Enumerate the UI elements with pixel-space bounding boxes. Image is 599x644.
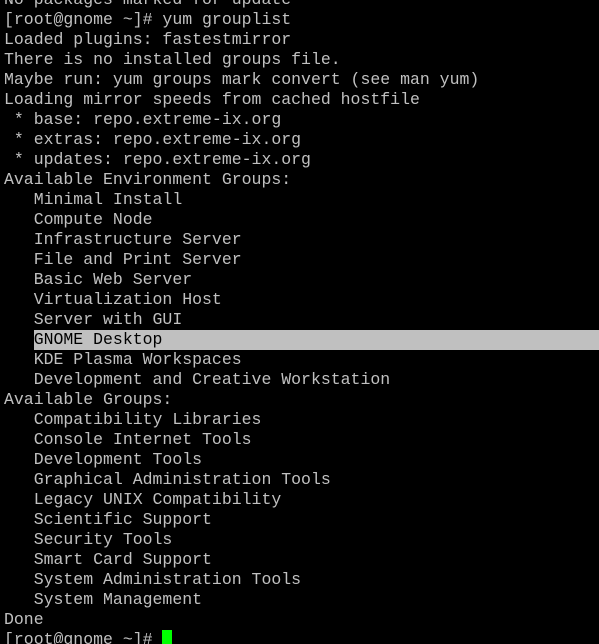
- output-line-text: Legacy UNIX Compatibility: [4, 490, 282, 509]
- output-line: Loading mirror speeds from cached hostfi…: [4, 90, 599, 110]
- output-line-text: Done: [4, 610, 44, 629]
- output-line-text: Virtualization Host: [4, 290, 222, 309]
- output-line: Maybe run: yum groups mark convert (see …: [4, 70, 599, 90]
- output-line: System Administration Tools: [4, 570, 599, 590]
- shell-prompt: [root@gnome ~]#: [4, 630, 163, 644]
- output-line: Loaded plugins: fastestmirror: [4, 30, 599, 50]
- output-line: File and Print Server: [4, 250, 599, 270]
- output-line: Basic Web Server: [4, 270, 599, 290]
- output-line-text: Infrastructure Server: [4, 230, 242, 249]
- output-line-selected: GNOME Desktop: [4, 330, 599, 350]
- output-line-text: Compute Node: [4, 210, 153, 229]
- output-line-text: * base: repo.extreme-ix.org: [4, 110, 282, 129]
- output-line-text: [root@gnome ~]# yum grouplist: [4, 10, 292, 29]
- output-line: KDE Plasma Workspaces: [4, 350, 599, 370]
- output-line-text: Available Groups:: [4, 390, 173, 409]
- output-line: Graphical Administration Tools: [4, 470, 599, 490]
- output-line: Legacy UNIX Compatibility: [4, 490, 599, 510]
- output-line-text: Scientific Support: [4, 510, 212, 529]
- prompt-line[interactable]: [root@gnome ~]#: [4, 630, 599, 644]
- output-line-text: System Management: [4, 590, 203, 609]
- output-line-text: Minimal Install: [4, 190, 183, 209]
- output-line-text: Maybe run: yum groups mark convert (see …: [4, 70, 480, 89]
- output-line-text: System Administration Tools: [4, 570, 302, 589]
- output-line: Development and Creative Workstation: [4, 370, 599, 390]
- output-line: Console Internet Tools: [4, 430, 599, 450]
- output-line-text: Security Tools: [4, 530, 173, 549]
- output-line-text: * extras: repo.extreme-ix.org: [4, 130, 302, 149]
- output-line: There is no installed groups file.: [4, 50, 599, 70]
- output-line: Smart Card Support: [4, 550, 599, 570]
- output-line: Available Environment Groups:: [4, 170, 599, 190]
- output-line: Virtualization Host: [4, 290, 599, 310]
- output-line-text: There is no installed groups file.: [4, 50, 341, 69]
- output-line: * base: repo.extreme-ix.org: [4, 110, 599, 130]
- output-line: * updates: repo.extreme-ix.org: [4, 150, 599, 170]
- output-line: Compute Node: [4, 210, 599, 230]
- terminal-cursor: [162, 630, 173, 644]
- output-line: Server with GUI: [4, 310, 599, 330]
- output-line-text: Server with GUI: [4, 310, 183, 329]
- output-line-text: * updates: repo.extreme-ix.org: [4, 150, 311, 169]
- terminal-window[interactable]: No packages marked for update[root@gnome…: [0, 0, 599, 644]
- output-line: System Management: [4, 590, 599, 610]
- output-line-text: Compatibility Libraries: [4, 410, 262, 429]
- output-line: No packages marked for update: [4, 0, 599, 10]
- output-line-text: GNOME Desktop: [4, 330, 163, 349]
- output-line-text: KDE Plasma Workspaces: [4, 350, 242, 369]
- output-line-text: Graphical Administration Tools: [4, 470, 331, 489]
- output-line-text: Development Tools: [4, 450, 203, 469]
- output-line: * extras: repo.extreme-ix.org: [4, 130, 599, 150]
- terminal-output: No packages marked for update[root@gnome…: [4, 0, 599, 630]
- output-line: [root@gnome ~]# yum grouplist: [4, 10, 599, 30]
- output-line: Scientific Support: [4, 510, 599, 530]
- output-line: Available Groups:: [4, 390, 599, 410]
- output-line: Compatibility Libraries: [4, 410, 599, 430]
- output-line-text: No packages marked for update: [4, 0, 291, 9]
- output-line-text: Basic Web Server: [4, 270, 193, 289]
- output-line-text: Available Environment Groups:: [4, 170, 292, 189]
- output-line-text: Loading mirror speeds from cached hostfi…: [4, 90, 420, 109]
- output-line: Security Tools: [4, 530, 599, 550]
- output-line-text: Smart Card Support: [4, 550, 212, 569]
- output-line: Development Tools: [4, 450, 599, 470]
- output-line-text: Development and Creative Workstation: [4, 370, 391, 389]
- output-line: Infrastructure Server: [4, 230, 599, 250]
- output-line-text: File and Print Server: [4, 250, 242, 269]
- output-line: Minimal Install: [4, 190, 599, 210]
- output-line: Done: [4, 610, 599, 630]
- output-line-text: Loaded plugins: fastestmirror: [4, 30, 292, 49]
- output-line-text: Console Internet Tools: [4, 430, 252, 449]
